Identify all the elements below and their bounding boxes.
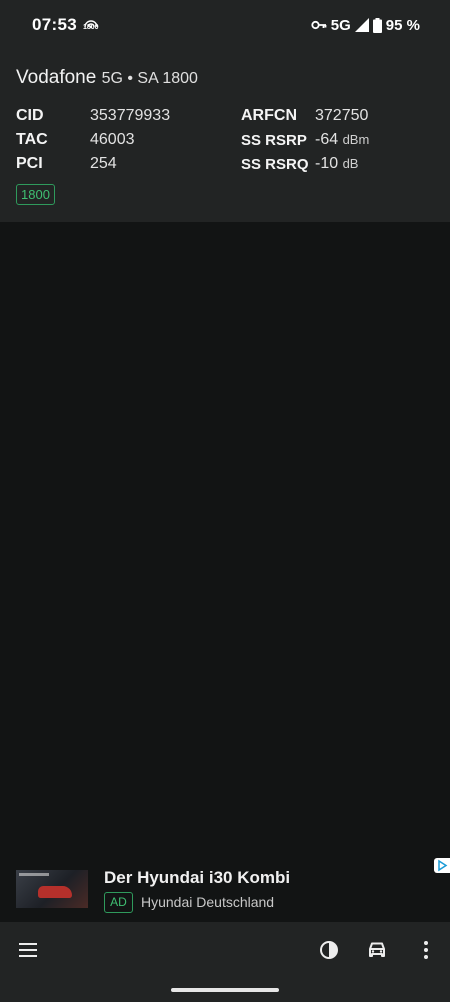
network-type: 5G [330,16,351,34]
tac-label: TAC [16,131,48,148]
ad-label-chip: AD [104,892,133,913]
ss-rsrq-unit: dB [342,156,359,171]
ss-rsrq-value: -10 dB [315,155,359,172]
arfcn-label: ARFCN [241,107,297,124]
bottom-navigation-bar [0,922,450,1002]
contrast-icon[interactable] [317,938,341,962]
pci-value: 254 [90,155,117,172]
arfcn-value: 372750 [315,107,369,124]
battery-icon [372,17,382,33]
cell-info-card[interactable]: Vodafone 5G • SA 1800 CID 353779933 TAC … [0,50,450,222]
ss-rsrp-label: SS RSRP [241,132,307,149]
battery-percent: 95 % [385,16,420,34]
ad-image[interactable] [16,870,88,908]
technology-label: 5G • SA 1800 [101,70,198,87]
ss-rsrq-label: SS RSRQ [241,156,309,173]
status-time: 07:53 [32,15,77,34]
tac-value: 46003 [90,131,135,148]
status-badge-text: 1800 [83,24,99,31]
ad-advertiser[interactable]: Hyundai Deutschland [141,894,274,910]
status-indicators: 5G 95 % [311,14,420,36]
cid-label: CID [16,107,44,124]
car-icon[interactable] [365,938,389,962]
ad-choices-icon[interactable] [434,858,450,873]
ss-rsrp-unit: dBm [342,132,370,147]
ss-rsrp-value: -64 dBm [315,131,370,148]
cell-band-status-icon: 1800 [82,16,100,34]
band-chip: 1800 [16,184,55,205]
operator-line: Vodafone 5G • SA 1800 [16,67,198,89]
pci-label: PCI [16,155,43,172]
cid-value: 353779933 [90,107,171,124]
operator-name: Vodafone [16,67,97,88]
gesture-navigation-pill[interactable] [171,988,279,992]
ad-banner[interactable]: Der Hyundai i30 Kombi AD Hyundai Deutsch… [0,856,450,922]
menu-icon[interactable] [16,938,40,962]
ad-title[interactable]: Der Hyundai i30 Kombi [104,868,290,888]
vpn-key-icon [311,20,327,30]
signal-strength-icon [354,18,369,32]
more-vertical-icon[interactable] [414,938,438,962]
status-bar: 07:53 1800 5G 95 % [0,0,450,50]
